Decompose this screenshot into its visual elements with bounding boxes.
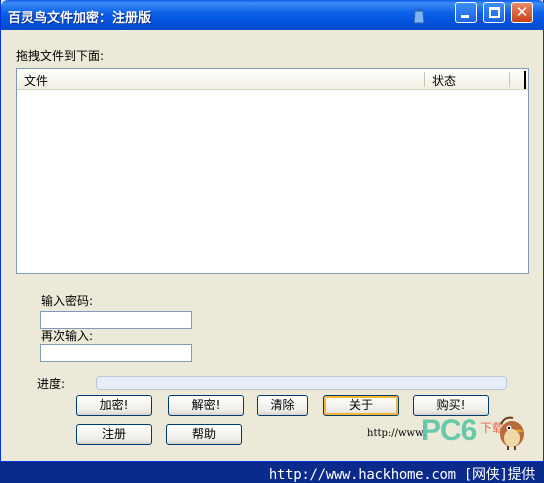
drag-files-label: 拖拽文件到下面: <box>16 49 105 63</box>
about-button[interactable]: 关于 <box>323 395 399 416</box>
footer-bar: http://www.hackhome.com [网侠]提供 <box>0 462 544 483</box>
file-list-header: 文件 状态 <box>17 69 528 90</box>
register-button[interactable]: 注册 <box>76 424 152 445</box>
close-icon: ✕ <box>515 3 529 21</box>
maximize-icon <box>489 7 500 18</box>
help-button[interactable]: 帮助 <box>166 424 242 445</box>
clear-button[interactable]: 清除 <box>257 395 308 416</box>
column-header-file[interactable]: 文件 <box>24 72 48 89</box>
footer-credit: http://www.hackhome.com [网侠]提供 <box>268 467 535 483</box>
title-bar[interactable]: 百灵鸟文件加密：注册版 ✕ <box>1 0 544 30</box>
minimize-icon <box>461 15 469 18</box>
decrypt-button[interactable]: 解密! <box>168 395 244 416</box>
progress-label: 进度: <box>37 377 66 391</box>
file-list[interactable]: 文件 状态 <box>16 68 529 274</box>
bird-icon <box>500 416 525 450</box>
maximize-button[interactable] <box>483 2 505 23</box>
column-resize-handle[interactable] <box>524 71 526 89</box>
column-divider[interactable] <box>509 72 510 87</box>
confirm-password-input[interactable] <box>40 344 192 362</box>
close-button[interactable]: ✕ <box>511 2 533 23</box>
pc6-watermark: PC6 <box>421 414 477 447</box>
minimize-button[interactable] <box>455 2 477 23</box>
window-title: 百灵鸟文件加密：注册版 <box>8 11 152 26</box>
app-window: 百灵鸟文件加密：注册版 ✕ 拖拽文件到下面: 文件 状态 输入密码: 再次输入:… <box>0 0 544 462</box>
column-divider[interactable] <box>424 72 425 87</box>
column-header-status[interactable]: 状态 <box>432 72 456 89</box>
website-link[interactable]: http://www. <box>367 428 426 439</box>
password-label: 输入密码: <box>41 294 94 308</box>
paper-bag-icon[interactable] <box>412 7 426 24</box>
progress-bar <box>96 376 507 390</box>
buy-button[interactable]: 购买! <box>413 395 489 416</box>
encrypt-button[interactable]: 加密! <box>76 395 152 416</box>
confirm-password-label: 再次输入: <box>41 329 94 343</box>
